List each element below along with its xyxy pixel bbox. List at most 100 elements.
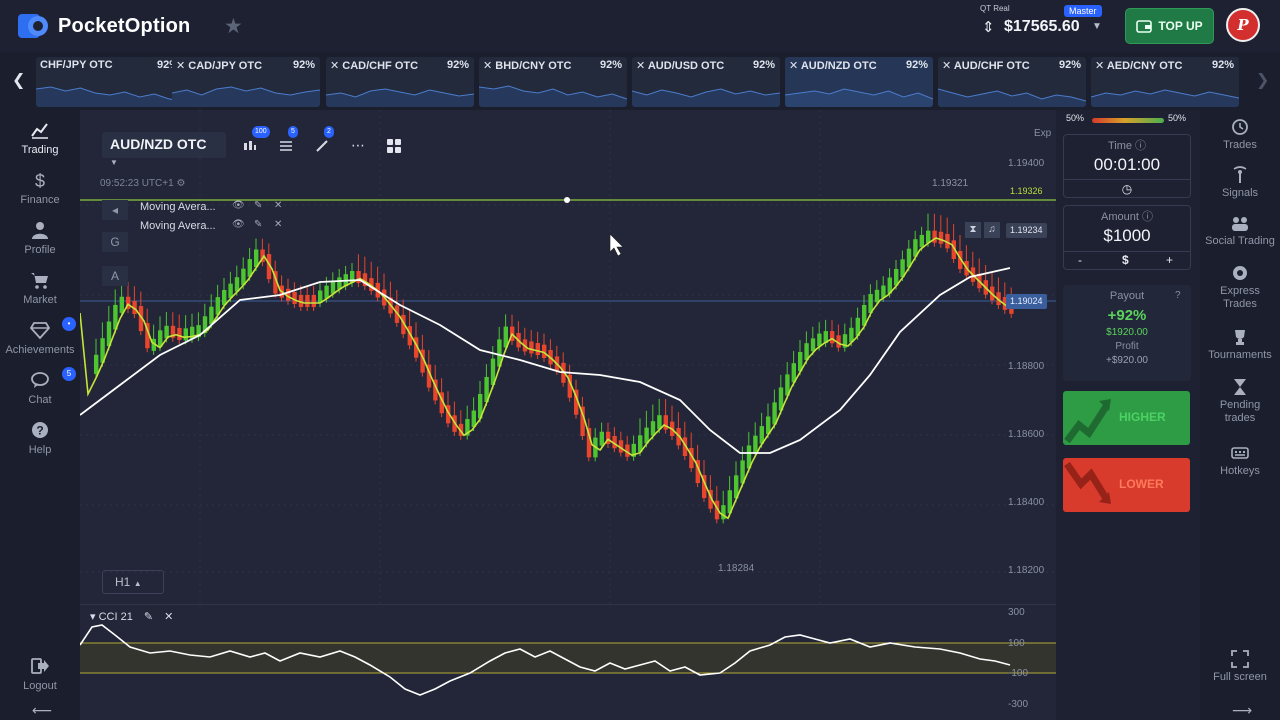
right-sidebar-item-hotkeys[interactable]: Hotkeys: [1200, 444, 1280, 478]
arrow-left-icon[interactable]: ⟵: [32, 702, 52, 719]
candlestick-chart[interactable]: [80, 110, 1056, 610]
sidebar-item-achievements[interactable]: Achievements •: [0, 316, 80, 364]
price-chart[interactable]: AUD/NZD OTC ▼ 100 5 2 ⋯ 09:52:23 UTC+1 ⚙…: [80, 110, 1056, 610]
payout-label: Payout: [1109, 290, 1145, 302]
sidebar-item-chat[interactable]: Chat 5: [0, 366, 80, 414]
avatar[interactable]: P: [1226, 8, 1260, 42]
pencil-icon[interactable]: ✎: [254, 219, 262, 230]
info-icon: ⓘ: [1141, 211, 1153, 223]
amount-minus-button[interactable]: -: [1078, 253, 1082, 267]
asset-tab-label: ✕ BHD/CNY OTC: [483, 60, 572, 72]
right-sidebar-item-trades[interactable]: Trades: [1200, 118, 1280, 152]
right-sidebar-item-tournaments[interactable]: Tournaments: [1200, 328, 1280, 362]
currency-button[interactable]: $: [1122, 253, 1129, 267]
clock-icon[interactable]: ◷: [1064, 179, 1190, 196]
amount-plus-button[interactable]: +: [1166, 253, 1173, 267]
sidebar-item-label: Achievements: [5, 344, 75, 356]
sidebar-item-help[interactable]: ? Help: [0, 416, 80, 464]
high-price-label: 1.19321: [932, 178, 969, 189]
indicator-row: Moving Avera... 👁 ✎ ✕: [118, 218, 288, 236]
asset-tab-label: ✕ AUD/USD OTC: [636, 60, 725, 72]
timeframe-selector[interactable]: H1 ▲: [102, 570, 164, 594]
right-sidebar-item-signals[interactable]: Signals: [1200, 166, 1280, 200]
sidebar-item-market[interactable]: Market: [0, 266, 80, 314]
eye-icon[interactable]: 👁: [232, 200, 245, 211]
asset-tab-audnzdotc[interactable]: ✕ AUD/NZD OTC 92%: [785, 57, 933, 107]
sidebar-item-logout[interactable]: Logout: [0, 652, 80, 700]
pencil-icon[interactable]: ✎: [144, 611, 153, 623]
current-price-tag: 1.19234: [1006, 223, 1047, 238]
time-selector[interactable]: Time ⓘ 00:01:00 ◷: [1063, 134, 1191, 198]
logout-icon: [31, 658, 49, 674]
candle-body: [753, 435, 758, 454]
bell-icon[interactable]: ♫: [984, 222, 1000, 238]
asset-tab-payout: 92%: [752, 59, 775, 71]
close-icon[interactable]: ✕: [164, 611, 173, 623]
sidebar-item-label: Help: [28, 444, 52, 456]
chevron-left-icon[interactable]: ❮: [12, 70, 25, 90]
sidebar-item-profile[interactable]: Profile: [0, 216, 80, 264]
eye-icon[interactable]: 👁: [232, 219, 245, 230]
settings-button[interactable]: 5: [272, 126, 300, 158]
asset-tab-label: ✕ CAD/JPY OTC: [176, 60, 263, 72]
chevron-down-icon: ▼: [110, 158, 118, 167]
sidebar-item-trading[interactable]: Trading: [0, 116, 80, 164]
right-sidebar-item-pending-trades[interactable]: Pending trades: [1200, 378, 1280, 425]
right-sidebar-item-social-trading[interactable]: Social Trading: [1200, 214, 1280, 248]
asset-selector[interactable]: AUD/NZD OTC ▼: [102, 132, 226, 167]
brand-logo[interactable]: PocketOption: [18, 12, 190, 40]
help-icon[interactable]: ?: [1175, 290, 1181, 301]
hourglass-icon[interactable]: ⧗: [965, 222, 981, 238]
line-handle[interactable]: [564, 197, 570, 203]
chevron-down-icon: ▼: [1092, 21, 1102, 32]
trend-up-icon: [1064, 399, 1111, 444]
asset-tab-audchfotc[interactable]: ✕ AUD/CHF OTC 92%: [938, 57, 1086, 107]
candle-body: [542, 344, 547, 358]
sparkline: [172, 86, 320, 107]
sparkline: [785, 88, 933, 107]
amount-selector[interactable]: Amount ⓘ $1000 - $ +: [1063, 205, 1191, 270]
asset-tab-chfjpyotc[interactable]: CHF/JPY OTC 92%: [36, 57, 184, 107]
arrow-right-icon[interactable]: ⟶: [1232, 702, 1252, 719]
asset-tab-cadjpyotc[interactable]: ✕ CAD/JPY OTC 92%: [172, 57, 320, 107]
candle-body: [324, 285, 329, 299]
higher-button[interactable]: HIGHER: [1063, 391, 1190, 445]
top-header: PocketOption ★ QT Real Master ⇕ $17565.6…: [0, 0, 1280, 52]
chevron-up-icon: ▲: [133, 579, 142, 588]
moving-average-fast: [80, 237, 1009, 520]
asset-tab-aedcnyotc[interactable]: ✕ AED/CNY OTC 92%: [1091, 57, 1239, 107]
indicators-button[interactable]: 100: [236, 126, 270, 158]
asset-tab-payout: 92%: [599, 59, 622, 71]
chevron-right-icon[interactable]: ❯: [1256, 70, 1269, 90]
asset-tab-bhdcnyotc[interactable]: ✕ BHD/CNY OTC 92%: [479, 57, 627, 107]
left-sidebar: Trading $ Finance Profile Market Achievements…: [0, 110, 80, 720]
right-sidebar-item-express-trades[interactable]: Express Trades: [1200, 264, 1280, 311]
pocketoption-logo-icon: [18, 14, 48, 38]
layout-grid-icon[interactable]: [380, 132, 408, 158]
candle-body: [330, 280, 336, 294]
pencil-icon[interactable]: ✎: [254, 200, 262, 211]
more-options-icon[interactable]: ⋯: [344, 132, 372, 158]
right-sidebar-item-full-screen[interactable]: Full screen: [1200, 650, 1280, 684]
drawing-tool-a[interactable]: A: [102, 266, 128, 286]
account-type: QT Real: [980, 4, 1010, 13]
close-icon[interactable]: ✕: [274, 200, 282, 211]
drawing-tools-button[interactable]: 2: [308, 126, 336, 158]
amount-value[interactable]: $1000: [1064, 226, 1190, 246]
close-icon[interactable]: ✕: [274, 219, 282, 230]
gear-icon[interactable]: ⚙: [176, 178, 185, 189]
favorite-star-icon[interactable]: ★: [224, 14, 243, 39]
sidebar-item-finance[interactable]: $ Finance: [0, 166, 80, 214]
right-sidebar-label: Signals: [1221, 187, 1259, 199]
candle-body: [311, 295, 316, 307]
asset-tab-label: ✕ AUD/NZD OTC: [789, 60, 877, 72]
asset-tab-cadchfotc[interactable]: ✕ CAD/CHF OTC 92%: [326, 57, 474, 107]
keyboard-icon: [1231, 447, 1249, 459]
top-up-button[interactable]: TOP UP: [1125, 8, 1214, 44]
cci-title-text: CCI 21: [98, 611, 133, 623]
signal-icon: [1233, 166, 1247, 183]
asset-tab-audusdotc[interactable]: ✕ AUD/USD OTC 92%: [632, 57, 780, 107]
lower-button[interactable]: LOWER: [1063, 458, 1190, 512]
account-switcher[interactable]: QT Real Master ⇕ $17565.60 ▼: [980, 4, 1110, 48]
server-time: 09:52:23 UTC+1 ⚙: [100, 178, 185, 189]
